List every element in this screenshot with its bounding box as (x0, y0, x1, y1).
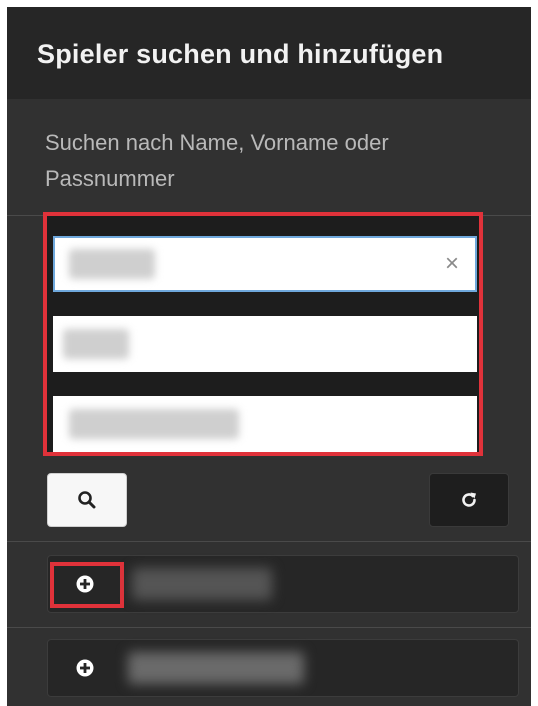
player-search-panel: Spieler suchen und hinzufügen Suchen nac… (7, 7, 531, 706)
passnummer-search-input[interactable] (53, 396, 477, 452)
panel-title: Spieler suchen und hinzufügen (37, 39, 444, 69)
search-description: Suchen nach Name, Vorname oder Passnumme… (7, 99, 531, 216)
panel-header: Spieler suchen und hinzufügen (7, 7, 531, 99)
redacted-text (69, 249, 155, 279)
divider (7, 541, 531, 542)
search-button[interactable] (47, 473, 127, 527)
redacted-player-name (132, 568, 272, 600)
name-search-input[interactable]: × (53, 236, 477, 292)
result-row[interactable] (47, 639, 519, 697)
redacted-player-name (128, 652, 304, 684)
redacted-text (63, 329, 129, 359)
plus-circle-icon (76, 659, 94, 677)
search-hint-text: Suchen nach Name, Vorname oder Passnumme… (45, 130, 389, 191)
redacted-text (69, 409, 239, 439)
vorname-search-input[interactable] (53, 316, 477, 372)
add-player-button[interactable] (76, 575, 94, 593)
search-fields-group: × (43, 212, 483, 456)
clear-icon[interactable]: × (445, 251, 459, 277)
refresh-button[interactable] (429, 473, 509, 527)
divider (7, 627, 531, 628)
search-icon (78, 491, 96, 509)
refresh-icon (462, 492, 476, 507)
plus-circle-icon (76, 575, 94, 593)
result-row[interactable] (47, 555, 519, 613)
add-player-button[interactable] (76, 659, 94, 677)
